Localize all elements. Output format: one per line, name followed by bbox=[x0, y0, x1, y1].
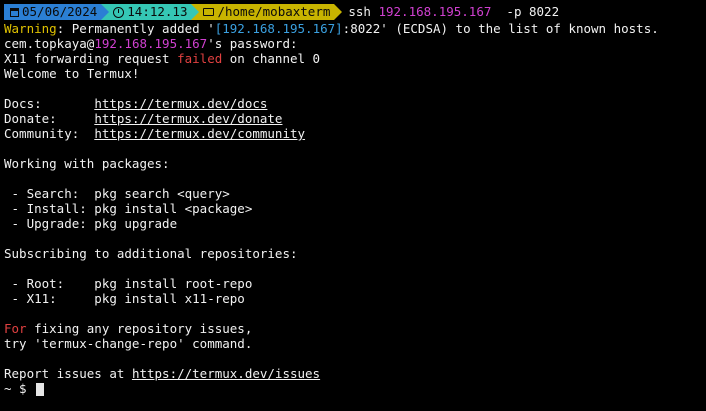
date-segment: 05/06/2024 bbox=[4, 4, 102, 20]
path-segment: /home/mobaxterm bbox=[199, 4, 335, 20]
password-host: 192.168.195.167 bbox=[94, 36, 208, 51]
welcome-line: Welcome to Termux! bbox=[4, 66, 140, 81]
install-line: - Install: pkg install <package> bbox=[4, 201, 253, 216]
upgrade-line: - Upgrade: pkg upgrade bbox=[4, 216, 178, 231]
powerline-prompt: 05/06/2024 14:12.13 /home/mobaxterm ssh … bbox=[4, 3, 702, 21]
password-line: cem.topkaya@192.168.195.167's password: bbox=[4, 36, 298, 51]
warning-line: Warning: Permanently added '[192.168.195… bbox=[4, 21, 659, 36]
segment-separator-icon bbox=[334, 4, 343, 20]
warning-host: [192.168.195.167] bbox=[214, 21, 343, 36]
cursor[interactable] bbox=[36, 383, 45, 396]
community-link[interactable]: https://termux.dev/community bbox=[94, 126, 305, 141]
calendar-icon bbox=[10, 7, 19, 17]
clock-icon bbox=[113, 6, 125, 18]
command-host: 192.168.195.167 bbox=[378, 4, 492, 19]
x11-repo-line: - X11: pkg install x11-repo bbox=[4, 291, 245, 306]
terminal-window[interactable]: 05/06/2024 14:12.13 /home/mobaxterm ssh … bbox=[0, 0, 706, 411]
docs-line: Docs: https://termux.dev/docs bbox=[4, 96, 268, 111]
for-keyword: For bbox=[4, 321, 27, 336]
folder-icon bbox=[203, 8, 215, 16]
segment-separator-icon bbox=[191, 4, 200, 20]
packages-heading: Working with packages: bbox=[4, 156, 170, 171]
fix-line: For fixing any repository issues, bbox=[4, 321, 253, 336]
failed-text: failed bbox=[177, 51, 223, 66]
x11-line: X11 forwarding request failed on channel… bbox=[4, 51, 321, 66]
segment-separator-icon bbox=[101, 4, 110, 20]
typed-command: ssh 192.168.195.167 -p 8022 bbox=[348, 4, 560, 19]
warning-label: Warning bbox=[4, 21, 57, 36]
report-line: Report issues at https://termux.dev/issu… bbox=[4, 366, 321, 381]
time-segment: 14:12.13 bbox=[109, 4, 192, 20]
donate-line: Donate: https://termux.dev/donate bbox=[4, 111, 283, 126]
donate-link[interactable]: https://termux.dev/donate bbox=[94, 111, 282, 126]
shell-prompt-line[interactable]: ~ $ bbox=[4, 381, 702, 396]
community-line: Community: https://termux.dev/community bbox=[4, 126, 306, 141]
shell-prompt: ~ $ bbox=[4, 381, 35, 396]
prompt-time: 14:12.13 bbox=[127, 4, 188, 19]
prompt-path: /home/mobaxterm bbox=[217, 4, 331, 19]
root-line: - Root: pkg install root-repo bbox=[4, 276, 253, 291]
try-line: try 'termux-change-repo' command. bbox=[4, 336, 253, 351]
repos-heading: Subscribing to additional repositories: bbox=[4, 246, 298, 261]
issues-link[interactable]: https://termux.dev/issues bbox=[132, 366, 320, 381]
search-line: - Search: pkg search <query> bbox=[4, 186, 230, 201]
docs-link[interactable]: https://termux.dev/docs bbox=[94, 96, 267, 111]
prompt-date: 05/06/2024 bbox=[22, 4, 98, 19]
